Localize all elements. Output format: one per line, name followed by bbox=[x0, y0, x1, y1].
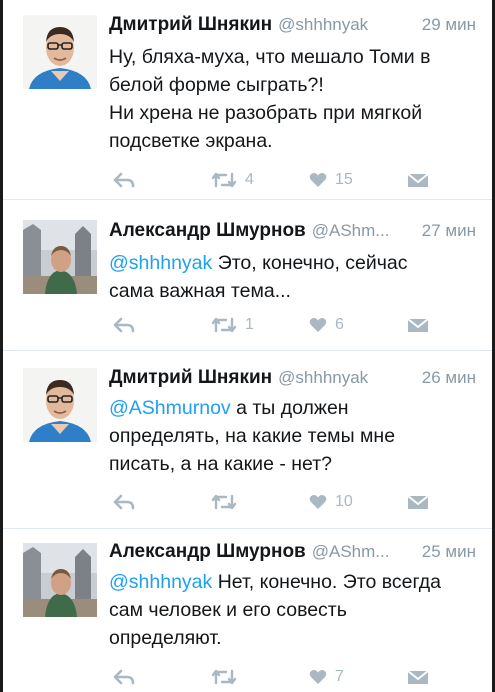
reply-icon bbox=[113, 494, 135, 510]
author-handle[interactable]: @AShm... bbox=[312, 542, 390, 562]
retweet-count: 1 bbox=[245, 316, 254, 333]
tweet-line-text: Это, конечно, сейчас bbox=[212, 252, 408, 274]
envelope-icon bbox=[407, 173, 429, 187]
avatar-image bbox=[23, 543, 97, 617]
tweet[interactable]: Дмитрий Шнякин @shhhnyak 29 мин Ну, блях… bbox=[3, 0, 492, 200]
mention-link[interactable]: @shhhnyak bbox=[109, 252, 212, 274]
author-name[interactable]: Дмитрий Шнякин bbox=[109, 367, 272, 389]
tweet-actions: 10 bbox=[109, 492, 439, 512]
avatar[interactable] bbox=[23, 15, 97, 89]
timestamp[interactable]: 29 мин bbox=[414, 15, 476, 35]
heart-icon bbox=[309, 670, 327, 684]
retweet-button[interactable] bbox=[211, 492, 245, 512]
tweet-line: @shhhnyak Это, конечно, сейчас bbox=[109, 249, 478, 277]
tweet-line: @shhhnyak Нет, конечно. Это всегда bbox=[109, 568, 478, 596]
heart-icon bbox=[309, 495, 327, 509]
retweet-icon bbox=[211, 172, 237, 188]
retweet-button[interactable]: 1 bbox=[211, 315, 254, 335]
like-button[interactable]: 7 bbox=[309, 667, 344, 687]
retweet-button[interactable]: 4 bbox=[211, 170, 254, 190]
envelope-icon bbox=[407, 318, 429, 332]
tweet-header: Дмитрий Шнякин @shhhnyak 29 мин bbox=[109, 14, 476, 40]
like-button[interactable]: 15 bbox=[309, 170, 353, 190]
tweet-line: Ни хрена не разобрать при мягкой bbox=[109, 102, 423, 124]
reply-icon bbox=[113, 317, 135, 333]
author-name[interactable]: Дмитрий Шнякин bbox=[109, 14, 272, 36]
retweet-icon bbox=[211, 669, 237, 685]
avatar-image bbox=[23, 220, 97, 294]
timestamp[interactable]: 26 мин bbox=[414, 368, 476, 388]
like-count: 6 bbox=[335, 316, 344, 333]
tweet-text: @shhhnyak Это, конечно, сейчас сама важн… bbox=[109, 249, 478, 305]
tweet-header: Александр Шмурнов @AShm... 27 мин bbox=[109, 220, 476, 246]
like-count: 7 bbox=[335, 668, 344, 685]
heart-icon bbox=[309, 318, 327, 332]
author-handle[interactable]: @AShm... bbox=[312, 221, 390, 241]
tweet-line: белой форме сыграть?! bbox=[109, 74, 324, 96]
like-button[interactable]: 6 bbox=[309, 315, 344, 335]
retweet-button[interactable] bbox=[211, 667, 245, 687]
tweet-actions: 4 15 bbox=[109, 170, 439, 190]
avatar[interactable] bbox=[23, 220, 97, 294]
reply-button[interactable] bbox=[113, 492, 135, 512]
mention-link[interactable]: @AShmurnov bbox=[109, 397, 231, 419]
tweet-line: определяют. bbox=[109, 627, 222, 649]
retweet-count: 4 bbox=[245, 171, 254, 188]
envelope-icon bbox=[407, 670, 429, 684]
tweet-actions: 7 bbox=[109, 667, 439, 687]
tweet[interactable]: Дмитрий Шнякин @shhhnyak 26 мин @AShmurn… bbox=[3, 351, 492, 529]
timestamp[interactable]: 25 мин bbox=[414, 542, 476, 562]
envelope-icon bbox=[407, 495, 429, 509]
tweet[interactable]: Александр Шмурнов @AShm... 27 мин @shhhn… bbox=[3, 200, 492, 351]
tweet-text: Ну, бляха-муха, что мешало Томи в белой … bbox=[109, 43, 478, 155]
reply-icon bbox=[113, 172, 135, 188]
reply-button[interactable] bbox=[113, 315, 135, 335]
avatar[interactable] bbox=[23, 368, 97, 442]
tweet-line: сама важная тема... bbox=[109, 280, 291, 302]
like-button[interactable]: 10 bbox=[309, 492, 353, 512]
retweet-icon bbox=[211, 494, 237, 510]
author-name[interactable]: Александр Шмурнов bbox=[109, 220, 306, 242]
tweet-line: @AShmurnov а ты должен bbox=[109, 394, 478, 422]
tweet-header: Дмитрий Шнякин @shhhnyak 26 мин bbox=[109, 367, 476, 393]
avatar[interactable] bbox=[23, 543, 97, 617]
author-handle[interactable]: @shhhnyak bbox=[278, 15, 368, 35]
tweet-line: писать, а на какие - нет? bbox=[109, 453, 332, 475]
timestamp[interactable]: 27 мин bbox=[414, 221, 476, 241]
like-count: 15 bbox=[335, 171, 353, 188]
heart-icon bbox=[309, 173, 327, 187]
tweet-text: @AShmurnov а ты должен определять, на ка… bbox=[109, 394, 478, 478]
message-button[interactable] bbox=[407, 667, 429, 687]
message-button[interactable] bbox=[407, 170, 429, 190]
avatar-image bbox=[23, 368, 97, 442]
author-handle[interactable]: @shhhnyak bbox=[278, 368, 368, 388]
tweet-line: сам человек и его совесть bbox=[109, 599, 347, 621]
avatar-image bbox=[23, 15, 97, 89]
tweet-actions: 1 6 bbox=[109, 315, 439, 335]
tweet[interactable]: Александр Шмурнов @AShm... 25 мин @shhhn… bbox=[3, 529, 492, 692]
like-count: 10 bbox=[335, 493, 353, 510]
message-button[interactable] bbox=[407, 315, 429, 335]
tweet-line: определять, на какие темы мне bbox=[109, 425, 396, 447]
reply-icon bbox=[113, 669, 135, 685]
tweet-line-text: Нет, конечно. Это всегда bbox=[212, 571, 441, 593]
tweet-header: Александр Шмурнов @AShm... 25 мин bbox=[109, 541, 476, 567]
reply-button[interactable] bbox=[113, 667, 135, 687]
mention-link[interactable]: @shhhnyak bbox=[109, 571, 212, 593]
tweet-line: подсветке экрана. bbox=[109, 130, 273, 152]
tweet-line-text: а ты должен bbox=[230, 397, 349, 419]
reply-button[interactable] bbox=[113, 170, 135, 190]
message-button[interactable] bbox=[407, 492, 429, 512]
tweet-text: @shhhnyak Нет, конечно. Это всегда сам ч… bbox=[109, 568, 478, 652]
retweet-icon bbox=[211, 317, 237, 333]
author-name[interactable]: Александр Шмурнов bbox=[109, 541, 306, 563]
tweet-line: Ну, бляха-муха, что мешало Томи в bbox=[109, 46, 431, 68]
